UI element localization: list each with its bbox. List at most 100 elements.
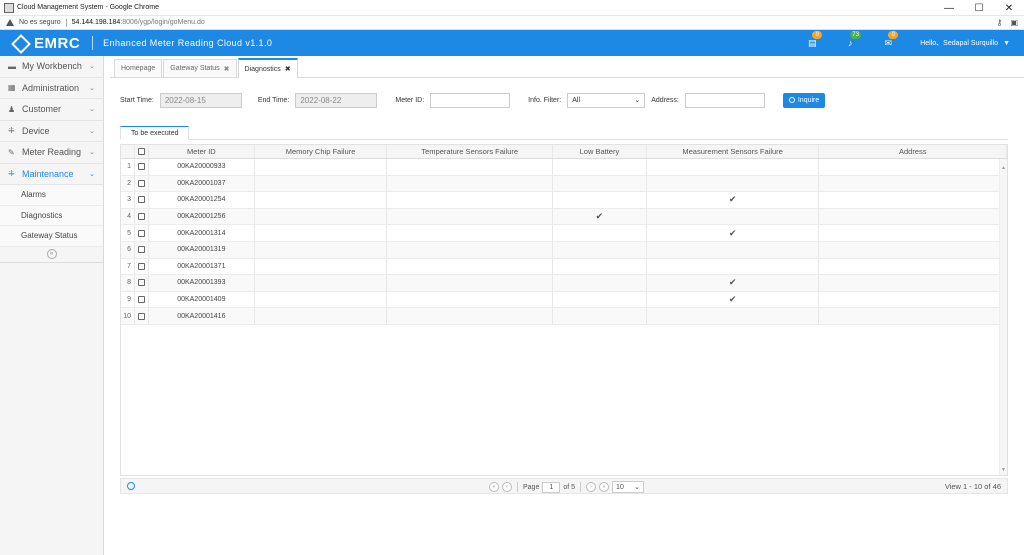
close-window-button[interactable]: ✕ <box>994 0 1024 16</box>
app-icon <box>4 2 14 13</box>
sidebar-item-device[interactable]: ⁜ Device ⌄ <box>0 121 103 142</box>
address-bar[interactable]: No es seguro 54.144.198.184:8006/ygp/log… <box>0 16 1024 30</box>
row-checkbox[interactable] <box>137 279 145 287</box>
info-filter-select[interactable]: All ⌄ <box>567 92 646 108</box>
window-controls: — ☐ ✕ <box>934 0 1024 16</box>
header-low-battery[interactable]: Low Battery <box>553 145 647 158</box>
table-row[interactable]: 1 00KA20000933 <box>121 159 1008 176</box>
table-row[interactable]: 5 00KA20001314 ✔ <box>121 225 1008 242</box>
prev-page-icon[interactable]: ‹ <box>502 482 512 492</box>
page-size-select[interactable]: 10 ⌄ <box>612 481 645 493</box>
logo-icon <box>12 35 28 51</box>
sidebar-item-my-workbench[interactable]: ▬ My Workbench ⌄ <box>0 56 103 78</box>
chevron-down-icon: ⌄ <box>89 84 95 92</box>
table-row[interactable]: 2 00KA20001037 <box>121 175 1008 193</box>
caret-down-icon[interactable]: ▼ <box>1003 40 1010 47</box>
table-row[interactable]: 3 00KA20001254 ✔ <box>121 192 1008 209</box>
header-meter-id[interactable]: Meter ID <box>149 145 255 158</box>
sidebar-item-label: Administration <box>22 82 80 93</box>
key-icon[interactable]: ⚷ <box>997 18 1003 27</box>
row-checkbox[interactable] <box>137 312 145 320</box>
scroll-up-icon[interactable]: ▲ <box>1001 165 1006 171</box>
row-checkbox[interactable] <box>137 229 145 237</box>
table-row[interactable]: 4 00KA20001256 ✔ <box>121 208 1008 226</box>
user-icon: ♟ <box>8 104 16 114</box>
vertical-scrollbar[interactable]: ▲ ▼ <box>999 159 1007 475</box>
row-checkbox[interactable] <box>137 163 145 171</box>
cell-measurement <box>647 241 820 258</box>
end-time-input[interactable]: 2022-08-22 <box>295 92 378 108</box>
meter-id-input[interactable] <box>430 92 511 108</box>
translate-icon[interactable]: ▣ <box>1010 18 1018 27</box>
header-temperature[interactable]: Temperature Sensors Failure <box>387 145 554 158</box>
row-checkbox[interactable] <box>137 196 145 204</box>
cell-address <box>819 192 1008 208</box>
header-memory-chip[interactable]: Memory Chip Failure <box>255 145 388 158</box>
tab-diagnostics[interactable]: Diagnostics ✖ <box>237 58 298 78</box>
last-page-icon[interactable]: » <box>599 482 610 492</box>
address-input[interactable] <box>684 92 765 108</box>
cell-meter-id: 00KA20001256 <box>149 208 255 225</box>
row-checkbox[interactable] <box>137 179 145 187</box>
inquire-button[interactable]: Inquire <box>782 92 826 108</box>
spinner-icon: ⁜ <box>8 169 15 179</box>
table-row[interactable]: 10 00KA20001416 <box>121 308 1008 325</box>
tab-to-be-executed[interactable]: To be executed <box>120 126 190 140</box>
header-address[interactable]: Address <box>819 145 1008 158</box>
maximize-button[interactable]: ☐ <box>964 0 994 16</box>
cell-low-battery <box>553 175 647 192</box>
alerts-badge: 73 <box>850 31 861 39</box>
sidebar-subitem-gateway-status[interactable]: Gateway Status <box>0 226 103 247</box>
messages-icon[interactable]: ▤ 0 <box>806 31 823 49</box>
sidebar-subitem-alarms[interactable]: Alarms <box>0 185 103 206</box>
bell-icon[interactable]: ♪ 73 <box>844 31 861 49</box>
row-checkbox[interactable] <box>137 213 145 221</box>
table-row[interactable]: 7 00KA20001371 <box>121 258 1008 276</box>
sidebar-item-customer[interactable]: ♟ Customer ⌄ <box>0 99 103 121</box>
cell-memory-chip <box>255 308 388 324</box>
tab-homepage[interactable]: Homepage <box>114 59 163 77</box>
sidebar-item-maintenance[interactable]: ⁜ Maintenance ⌄ <box>0 164 103 185</box>
header-checkbox-cell <box>135 145 149 158</box>
table-row[interactable]: 9 00KA20001409 ✔ <box>121 291 1008 309</box>
row-checkbox[interactable] <box>137 262 145 270</box>
next-page-icon[interactable]: › <box>586 482 597 492</box>
table-row[interactable]: 8 00KA20001393 ✔ <box>121 275 1008 292</box>
header-measurement[interactable]: Measurement Sensors Failure <box>647 145 820 158</box>
sidebar-item-administration[interactable]: ▦ Administration ⌄ <box>0 78 103 99</box>
tab-gateway-status[interactable]: Gateway Status ✖ <box>163 59 237 77</box>
spinner-icon: ⁜ <box>8 126 15 136</box>
cell-memory-chip <box>255 275 388 291</box>
mail-icon[interactable]: ✉ 0 <box>882 31 899 49</box>
url-path[interactable]: :8006/ygp/login/goMenu.do <box>120 19 204 26</box>
user-greeting[interactable]: Hello、Sedapal Surquillo <box>920 38 998 48</box>
scroll-down-icon[interactable]: ▼ <box>1001 467 1006 473</box>
row-checkbox[interactable] <box>137 296 145 304</box>
cell-address <box>819 308 1008 324</box>
page-input[interactable]: 1 <box>542 481 561 493</box>
cell-low-battery <box>553 308 647 324</box>
cell-address <box>819 208 1008 225</box>
sidebar-subitem-diagnostics[interactable]: Diagnostics <box>0 205 103 226</box>
check-icon: ✔ <box>728 277 737 288</box>
refresh-icon[interactable] <box>127 482 135 490</box>
page-tabs: Homepage Gateway Status ✖ Diagnostics ✖ <box>110 58 1024 78</box>
table-row[interactable]: 6 00KA20001319 <box>121 241 1008 259</box>
warning-icon[interactable] <box>6 19 14 26</box>
close-icon[interactable]: ✖ <box>224 65 230 73</box>
address-icons: ⚷ ▣ <box>997 18 1018 27</box>
start-time-input[interactable]: 2022-08-15 <box>159 92 242 108</box>
cell-low-battery: ✔ <box>553 208 647 225</box>
row-checkbox[interactable] <box>137 246 145 254</box>
close-icon[interactable]: ✖ <box>285 65 291 73</box>
sidebar-item-meter-reading[interactable]: ✎ Meter Reading ⌄ <box>0 142 103 164</box>
select-all-checkbox[interactable] <box>137 148 145 155</box>
url-host[interactable]: 54.144.198.184 <box>72 19 121 26</box>
collapse-icon[interactable]: « <box>46 249 57 259</box>
cell-meter-id: 00KA20000933 <box>149 159 255 175</box>
header-separator <box>92 36 94 50</box>
insecure-label[interactable]: No es seguro <box>19 19 61 26</box>
browser-titlebar: Cloud Management System - Google Chrome … <box>0 0 1024 16</box>
minimize-button[interactable]: — <box>934 0 964 16</box>
first-page-icon[interactable]: « <box>489 482 499 492</box>
